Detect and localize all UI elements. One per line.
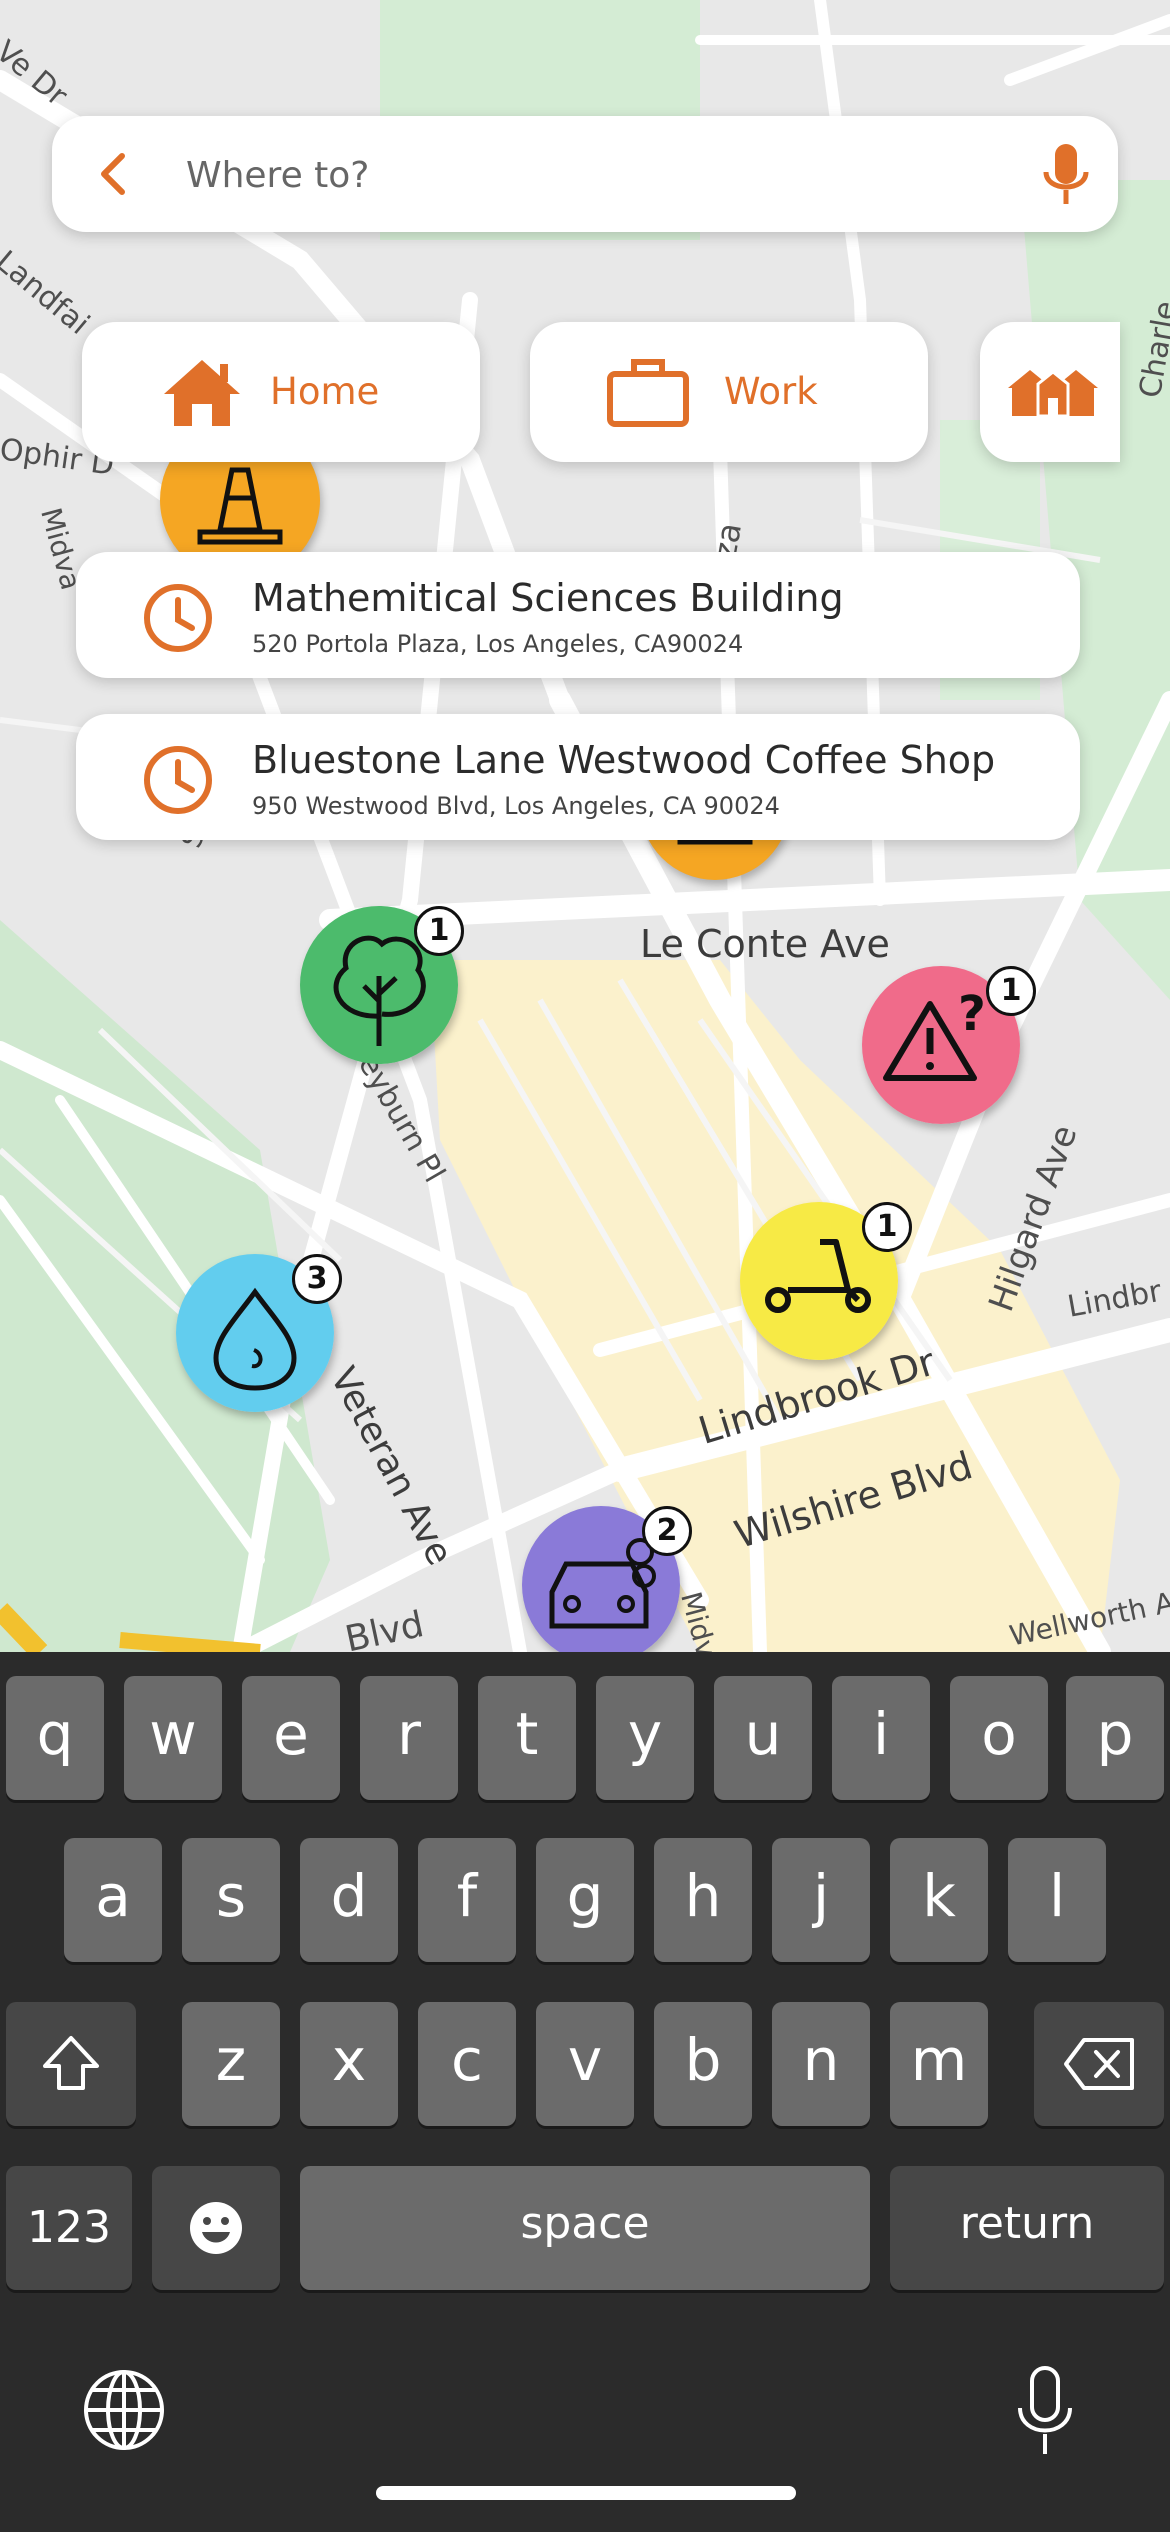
count-badge: 1	[986, 966, 1036, 1016]
key-u[interactable]: u	[714, 1676, 812, 1800]
count-badge: 1	[862, 1202, 912, 1252]
key-s[interactable]: s	[182, 1838, 280, 1962]
key-p[interactable]: p	[1066, 1676, 1164, 1800]
shift-arrow-icon	[43, 2036, 99, 2090]
briefcase-icon	[607, 359, 689, 427]
search-input[interactable]	[184, 140, 1028, 210]
key-x[interactable]: x	[300, 2002, 398, 2126]
street-label: Le Conte Ave	[640, 922, 890, 966]
key-m[interactable]: m	[890, 2002, 988, 2126]
key-k[interactable]: k	[890, 1838, 988, 1962]
search-bar	[52, 116, 1118, 232]
dictation-microphone-icon[interactable]	[1010, 2364, 1080, 2460]
home-shortcut-label: Home	[270, 370, 380, 413]
globe-icon[interactable]	[82, 2368, 166, 2452]
home-shortcut-button[interactable]: Home	[82, 322, 480, 462]
key-g[interactable]: g	[536, 1838, 634, 1962]
key-a[interactable]: a	[64, 1838, 162, 1962]
work-shortcut-button[interactable]: Work	[530, 322, 928, 462]
work-shortcut-label: Work	[724, 370, 818, 413]
recent-place-name: Mathemitical Sciences Building	[252, 576, 844, 620]
hazard-marker[interactable]: ? 1	[862, 966, 1036, 1124]
emoji-key[interactable]	[152, 2166, 280, 2290]
key-q[interactable]: q	[6, 1676, 104, 1800]
car-marker[interactable]: 2	[522, 1506, 692, 1652]
key-z[interactable]: z	[182, 2002, 280, 2126]
recent-place-address: 520 Portola Plaza, Los Angeles, CA90024	[252, 630, 744, 658]
space-key[interactable]: space	[300, 2166, 870, 2290]
svg-text:?: ?	[958, 986, 986, 1042]
return-key[interactable]: return	[890, 2166, 1164, 2290]
key-i[interactable]: i	[832, 1676, 930, 1800]
map-view[interactable]: Le Conte Ave Hilgard Ave Lindbrook Dr Wi…	[0, 0, 1170, 1652]
keyboard: q w e r t y u i o p a s d f g h j k l z …	[0, 1652, 1170, 2532]
key-d[interactable]: d	[300, 1838, 398, 1962]
count-badge: 3	[292, 1254, 342, 1304]
numbers-key[interactable]: 123	[6, 2166, 132, 2290]
saved-places-shortcut-button[interactable]	[980, 322, 1120, 462]
home-indicator	[376, 2486, 796, 2500]
key-l[interactable]: l	[1008, 1838, 1106, 1962]
shift-key[interactable]	[6, 2002, 136, 2126]
clock-icon	[144, 746, 212, 814]
key-w[interactable]: w	[124, 1676, 222, 1800]
key-t[interactable]: t	[478, 1676, 576, 1800]
key-o[interactable]: o	[950, 1676, 1048, 1800]
emoji-icon	[190, 2202, 242, 2254]
count-badge: 1	[414, 906, 464, 956]
recent-place-item[interactable]: Bluestone Lane Westwood Coffee Shop 950 …	[76, 714, 1080, 840]
key-c[interactable]: c	[418, 2002, 516, 2126]
key-y[interactable]: y	[596, 1676, 694, 1800]
recent-place-name: Bluestone Lane Westwood Coffee Shop	[252, 738, 996, 782]
count-badge: 2	[642, 1506, 692, 1556]
key-r[interactable]: r	[360, 1676, 458, 1800]
houses-icon	[1008, 370, 1098, 418]
clock-icon	[144, 584, 212, 652]
key-e[interactable]: e	[242, 1676, 340, 1800]
scooter-marker[interactable]: 1	[740, 1202, 912, 1360]
tree-marker[interactable]: 1	[300, 906, 464, 1064]
key-h[interactable]: h	[654, 1838, 752, 1962]
key-f[interactable]: f	[418, 1838, 516, 1962]
backspace-icon	[1064, 2038, 1134, 2090]
key-j[interactable]: j	[772, 1838, 870, 1962]
key-b[interactable]: b	[654, 2002, 752, 2126]
water-marker[interactable]: 3	[176, 1254, 342, 1412]
recent-place-address: 950 Westwood Blvd, Los Angeles, CA 90024	[252, 792, 780, 820]
home-icon	[164, 360, 240, 426]
key-v[interactable]: v	[536, 2002, 634, 2126]
key-n[interactable]: n	[772, 2002, 870, 2126]
backspace-key[interactable]	[1034, 2002, 1164, 2126]
recent-place-item[interactable]: Mathemitical Sciences Building 520 Porto…	[76, 552, 1080, 678]
back-arrow-icon[interactable]	[86, 146, 142, 202]
microphone-icon[interactable]	[1028, 136, 1104, 212]
